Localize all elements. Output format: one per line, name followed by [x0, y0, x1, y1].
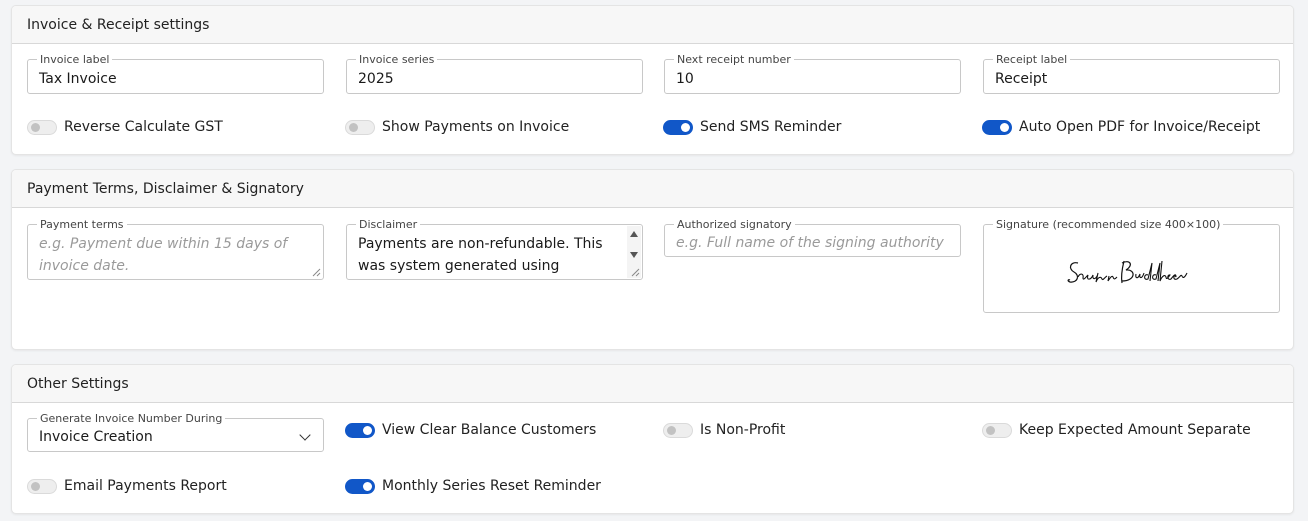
authorized-signatory-field[interactable]: Authorized signatory e.g. Full name of t… — [664, 218, 961, 257]
invoice-label-field[interactable]: Invoice label Tax Invoice — [27, 53, 324, 94]
chevron-down-icon[interactable] — [299, 429, 311, 441]
payment-terms-label: Payment terms — [37, 218, 127, 231]
authorized-signatory-placeholder: e.g. Full name of the signing authority — [676, 235, 944, 251]
toggle-switch[interactable] — [27, 119, 57, 135]
resize-handle-icon[interactable] — [631, 268, 640, 277]
toggle-label: Is Non-Profit — [700, 422, 786, 438]
signature-label: Signature (recommended size 400×100) — [993, 218, 1224, 231]
receipt-label-label: Receipt label — [993, 53, 1071, 66]
toggle-is-non-profit[interactable]: Is Non-Profit — [663, 420, 785, 440]
invoice-label-label: Invoice label — [37, 53, 113, 66]
disclaimer-textarea[interactable]: Disclaimer Payments are non-refundable. … — [346, 218, 643, 280]
signature-image — [1067, 260, 1188, 284]
authorized-signatory-label: Authorized signatory — [674, 218, 795, 231]
toggle-knob — [363, 481, 372, 491]
toggle-knob — [31, 122, 40, 132]
scroll-down-icon[interactable] — [630, 252, 638, 258]
generate-invoice-number-label: Generate Invoice Number During — [37, 412, 226, 425]
toggle-reverse-calculate-gst[interactable]: Reverse Calculate GST — [27, 117, 223, 137]
toggle-label: Reverse Calculate GST — [64, 119, 223, 135]
toggle-label: Email Payments Report — [64, 478, 227, 494]
toggle-switch[interactable] — [663, 119, 693, 135]
invoice-series-value: 2025 — [358, 71, 394, 87]
invoice-label-value: Tax Invoice — [39, 71, 117, 87]
toggle-switch[interactable] — [27, 478, 57, 494]
toggle-send-sms-reminder[interactable]: Send SMS Reminder — [663, 117, 841, 137]
payment-terms-textarea[interactable]: Payment terms e.g. Payment due within 15… — [27, 218, 324, 280]
toggle-label: Auto Open PDF for Invoice/Receipt — [1019, 119, 1261, 135]
receipt-label-field[interactable]: Receipt label Receipt — [983, 53, 1280, 94]
toggle-switch[interactable] — [345, 422, 375, 438]
invoice-series-label: Invoice series — [356, 53, 438, 66]
card-title-invoice: Invoice & Receipt settings — [12, 6, 1293, 44]
toggle-label: Keep Expected Amount Separate — [1019, 422, 1251, 438]
invoice-receipt-card: Invoice & Receipt settings Invoice label… — [11, 5, 1294, 155]
toggle-knob — [1000, 122, 1009, 132]
next-receipt-number-label: Next receipt number — [674, 53, 794, 66]
toggle-monthly-series-reset-reminder[interactable]: Monthly Series Reset Reminder — [345, 476, 601, 496]
toggle-switch[interactable] — [982, 119, 1012, 135]
toggle-switch[interactable] — [663, 422, 693, 438]
toggle-view-clear-balance-customers[interactable]: View Clear Balance Customers — [345, 420, 596, 440]
toggle-switch[interactable] — [345, 119, 375, 135]
disclaimer-value: Payments are non-refundable. This was sy… — [358, 236, 603, 274]
toggle-label: View Clear Balance Customers — [382, 422, 597, 438]
next-receipt-number-value: 10 — [676, 71, 694, 87]
payment-terms-placeholder: e.g. Payment due within 15 days of invoi… — [39, 236, 288, 274]
scroll-up-icon[interactable] — [630, 231, 638, 237]
toggle-label: Monthly Series Reset Reminder — [382, 478, 601, 494]
toggle-label: Send SMS Reminder — [700, 119, 842, 135]
disclaimer-label: Disclaimer — [356, 218, 421, 231]
signature-upload-box[interactable]: Signature (recommended size 400×100) — [983, 218, 1280, 313]
toggle-knob — [363, 425, 372, 435]
toggle-knob — [31, 481, 40, 491]
invoice-series-field[interactable]: Invoice series 2025 — [346, 53, 643, 94]
toggle-knob — [681, 122, 690, 132]
generate-invoice-number-select[interactable]: Generate Invoice Number During Invoice C… — [27, 412, 324, 452]
card-title-payment-terms: Payment Terms, Disclaimer & Signatory — [12, 170, 1293, 208]
toggle-email-payments-report[interactable]: Email Payments Report — [27, 476, 227, 496]
generate-invoice-number-value: Invoice Creation — [39, 429, 153, 445]
toggle-switch[interactable] — [345, 478, 375, 494]
toggle-switch[interactable] — [982, 422, 1012, 438]
toggle-show-payments-on-invoice[interactable]: Show Payments on Invoice — [345, 117, 569, 137]
toggle-auto-open-pdf[interactable]: Auto Open PDF for Invoice/Receipt — [982, 117, 1260, 137]
toggle-knob — [986, 425, 995, 435]
resize-handle-icon[interactable] — [312, 268, 321, 277]
toggle-knob — [667, 425, 676, 435]
card-title-other-settings: Other Settings — [12, 365, 1293, 403]
payment-terms-card: Payment Terms, Disclaimer & Signatory Pa… — [11, 169, 1294, 350]
receipt-label-value: Receipt — [995, 71, 1048, 87]
next-receipt-number-field[interactable]: Next receipt number 10 — [664, 53, 961, 94]
toggle-knob — [349, 122, 358, 132]
toggle-label: Show Payments on Invoice — [382, 119, 570, 135]
other-settings-card: Other Settings Generate Invoice Number D… — [11, 364, 1294, 514]
toggle-keep-expected-amount-separate[interactable]: Keep Expected Amount Separate — [982, 420, 1251, 440]
